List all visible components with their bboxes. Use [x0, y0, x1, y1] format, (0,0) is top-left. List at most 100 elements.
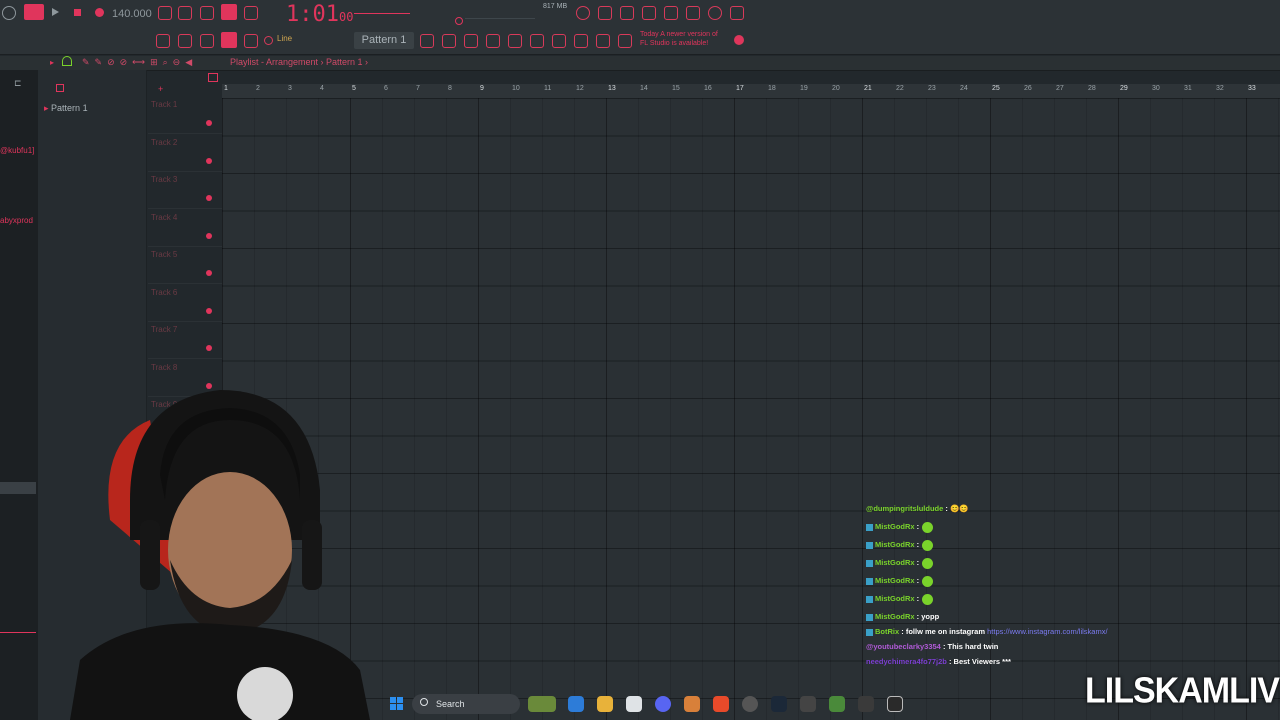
channel-rack-icon[interactable] — [464, 34, 478, 48]
ruler-bar-number: 14 — [640, 85, 648, 92]
playlist-menu-arrow-icon[interactable]: ▸ — [50, 58, 54, 67]
record-icon[interactable] — [95, 8, 104, 17]
app-icon-4[interactable] — [887, 696, 903, 712]
pat-song-toggle[interactable] — [24, 4, 44, 20]
tools-icon[interactable] — [574, 34, 588, 48]
chat-username[interactable]: @youtubeclarky3354 — [866, 642, 941, 651]
playlist-tools[interactable]: ✎✎⊘⊘⟷⊞⌕⊖◀ — [82, 57, 197, 68]
track-mute-led-icon[interactable] — [206, 270, 212, 276]
chat-username[interactable]: MistGodRx — [875, 522, 915, 531]
track-mute-led-icon[interactable] — [206, 195, 212, 201]
wait-input-icon[interactable] — [178, 6, 192, 20]
clipboard-icon[interactable] — [530, 34, 544, 48]
play-icon[interactable] — [52, 8, 59, 16]
download-icon[interactable] — [730, 6, 744, 20]
store-icon[interactable] — [626, 696, 642, 712]
taskbar-search[interactable]: Search — [412, 694, 520, 714]
chat-username[interactable]: MistGodRx — [875, 540, 915, 549]
fl-logo-icon[interactable] — [2, 6, 16, 20]
snap-magnet-icon[interactable] — [62, 56, 72, 66]
snap-mode[interactable]: Line — [277, 34, 292, 43]
chat-username[interactable]: @dumpingritsluldude — [866, 504, 943, 513]
track-header[interactable]: Track 6 — [148, 286, 222, 322]
chat-username[interactable]: needychimera4fo77j2b — [866, 657, 947, 666]
ruler-grid-icon[interactable] — [208, 73, 218, 82]
chat-message: @dumpingritsluldude : 😊😊 — [866, 503, 1166, 521]
copilot-icon[interactable] — [568, 696, 584, 712]
mixer-view-icon[interactable] — [486, 34, 500, 48]
track-header[interactable]: Track 3 — [148, 173, 222, 209]
save-icon[interactable] — [664, 6, 678, 20]
track-header[interactable]: Track 7 — [148, 323, 222, 359]
left-chat-name-1: @kubfu1] — [0, 146, 35, 155]
track-mute-led-icon[interactable] — [206, 120, 212, 126]
track-mute-led-icon[interactable] — [206, 345, 212, 351]
windows-start-icon[interactable] — [390, 697, 404, 711]
metronome-icon[interactable] — [158, 6, 172, 20]
news-panel[interactable]: Today A newer version of FL Studio is av… — [640, 30, 730, 48]
stream-chat: @dumpingritsluldude : 😊😊 MistGodRx : MistG… — [866, 503, 1166, 671]
mixer-icon[interactable] — [686, 6, 700, 20]
widgets-icon[interactable] — [528, 696, 556, 712]
browser-icon[interactable] — [420, 34, 434, 48]
memory-readout: 817 MB — [543, 3, 568, 10]
arrow-shuffle-icon[interactable] — [596, 34, 610, 48]
track-mute-led-icon[interactable] — [206, 307, 212, 314]
track-mute-led-icon[interactable] — [206, 157, 212, 164]
plug-icon[interactable] — [552, 34, 566, 48]
browser-folder-icon[interactable]: ⊏ — [14, 78, 22, 89]
fl-studio-icon[interactable] — [684, 696, 700, 712]
app-icon-1[interactable] — [800, 696, 816, 712]
discord-icon[interactable] — [655, 696, 671, 712]
chat-link[interactable]: https://www.instagram.com/lilskamx/ — [987, 627, 1107, 636]
chat-message: MistGodRx : — [866, 593, 1166, 611]
ruler-bar-number: 10 — [512, 85, 520, 92]
pitch-knob[interactable] — [455, 17, 463, 25]
track-header[interactable]: Track 4 — [148, 211, 222, 247]
chat-text: : — [914, 594, 920, 603]
plugin-icon[interactable] — [508, 34, 522, 48]
arrow-icon[interactable] — [178, 34, 192, 48]
link-button[interactable] — [221, 32, 237, 48]
app-icon-2[interactable] — [829, 696, 845, 712]
add-track-icon[interactable]: + — [158, 85, 164, 94]
mic-icon[interactable] — [620, 6, 634, 20]
cut-icon[interactable] — [598, 6, 612, 20]
loop-record-button[interactable] — [221, 4, 237, 20]
chat-username[interactable]: BotRix — [875, 627, 899, 636]
stop-icon[interactable] — [74, 9, 81, 16]
chat-username[interactable]: MistGodRx — [875, 612, 915, 621]
step-edit-icon[interactable] — [244, 6, 258, 20]
help-icon[interactable] — [642, 6, 656, 20]
app-icon-3[interactable] — [858, 696, 874, 712]
chat-username[interactable]: MistGodRx — [875, 576, 915, 585]
undo-history-icon[interactable] — [576, 6, 590, 20]
piano-roll-icon[interactable] — [442, 34, 456, 48]
notes-icon[interactable] — [618, 34, 632, 48]
playlist-icon[interactable] — [156, 34, 170, 48]
track-mute-led-icon[interactable] — [206, 232, 212, 239]
picker-icon[interactable] — [56, 84, 64, 92]
ruler-bar-number: 2 — [256, 85, 260, 92]
chat-username[interactable]: MistGodRx — [875, 594, 915, 603]
brave-icon[interactable] — [713, 696, 729, 712]
track-header[interactable]: Track 5 — [148, 248, 222, 284]
steam-icon[interactable] — [771, 696, 787, 712]
chat-icon[interactable] — [708, 6, 722, 20]
news-close-icon[interactable] — [734, 35, 744, 45]
track-name: Track 5 — [151, 250, 178, 259]
track-name: Track 8 — [151, 362, 178, 372]
countdown-icon[interactable] — [200, 6, 214, 20]
file-explorer-icon[interactable] — [597, 696, 613, 712]
obs-icon[interactable] — [742, 696, 758, 712]
chat-username[interactable]: MistGodRx — [875, 558, 915, 567]
picker-pattern-item[interactable]: ▸ Pattern 1 — [44, 103, 88, 114]
track-header[interactable]: Track 2 — [148, 136, 222, 172]
track-header[interactable]: Track 1 — [148, 98, 222, 134]
tempo-display[interactable]: 140.000 — [112, 6, 152, 22]
master-volume-slider[interactable] — [354, 13, 410, 14]
pattern-selector[interactable]: Pattern 1 — [354, 32, 414, 49]
magnet-icon[interactable] — [264, 36, 273, 45]
pencil-icon[interactable] — [200, 34, 214, 48]
stamp-icon[interactable] — [244, 34, 258, 48]
